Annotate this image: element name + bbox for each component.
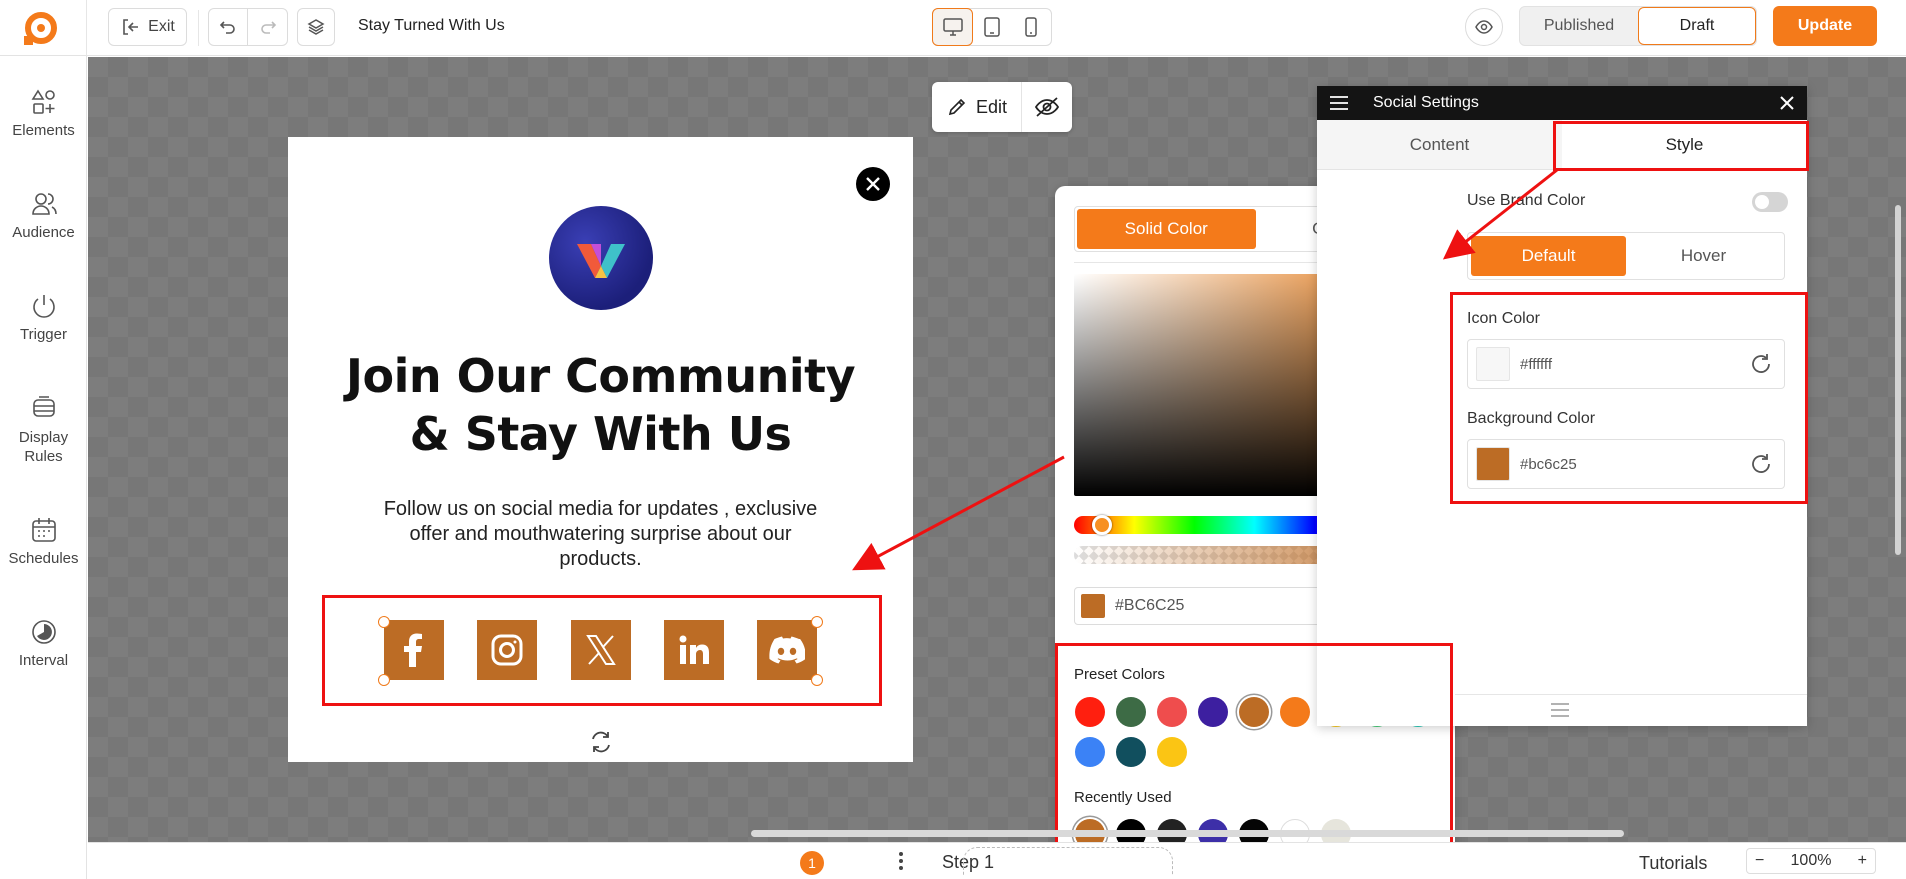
sidebar-item-label: Elements <box>12 122 75 139</box>
drag-handle-icon[interactable] <box>1550 703 1570 717</box>
exit-label: Exit <box>148 18 175 35</box>
draft-button[interactable]: Draft <box>1638 7 1756 45</box>
tab-default[interactable]: Default <box>1471 236 1626 276</box>
sidebar-item-audience[interactable]: Audience <box>0 190 87 241</box>
preview-button[interactable] <box>1465 8 1503 46</box>
document-title: Stay Turned With Us <box>358 17 505 34</box>
redo-icon <box>260 21 276 34</box>
color-state-tabs: Default Hover <box>1467 232 1785 280</box>
left-sidebar: Elements Audience Trigger Display Rules … <box>0 56 87 879</box>
annotation-social-row <box>322 595 882 706</box>
edit-button[interactable]: Edit <box>932 82 1023 132</box>
more-vertical-icon[interactable] <box>898 851 904 871</box>
hue-handle[interactable] <box>1092 515 1112 535</box>
sidebar-item-display-rules[interactable]: Display Rules <box>0 394 87 466</box>
horizontal-scrollbar[interactable] <box>751 830 1624 837</box>
popup-subtext[interactable]: Follow us on social media for updates , … <box>383 497 818 572</box>
edit-label: Edit <box>976 96 1008 117</box>
redo-button[interactable] <box>248 9 287 45</box>
desktop-view-button[interactable] <box>932 8 974 46</box>
use-brand-color-toggle[interactable] <box>1752 192 1788 212</box>
bottom-bar: Step 1 Tutorials − 100% + <box>88 842 1906 879</box>
brand-mark-icon <box>577 244 625 278</box>
audience-icon <box>31 193 57 215</box>
undo-redo-group <box>208 8 288 46</box>
headline-line-1: Join Our Community <box>345 349 856 403</box>
sidebar-item-trigger[interactable]: Trigger <box>0 292 87 343</box>
panel-footer-divider <box>1455 694 1807 695</box>
settings-panel-header: Social Settings <box>1317 86 1807 120</box>
close-icon <box>866 177 880 191</box>
pencil-icon <box>948 98 966 116</box>
publish-status-toggle: Published Draft <box>1519 6 1757 46</box>
vertical-scrollbar[interactable] <box>1895 205 1901 555</box>
calendar-icon <box>31 518 56 542</box>
published-button[interactable]: Published <box>1520 7 1638 45</box>
add-step-slot[interactable] <box>963 847 1173 875</box>
topbar-divider <box>198 10 199 46</box>
sidebar-item-label: Schedules <box>8 550 79 567</box>
update-button[interactable]: Update <box>1773 6 1877 46</box>
sidebar-item-label: Trigger <box>20 326 67 343</box>
layers-button[interactable] <box>297 8 335 46</box>
tab-hover[interactable]: Hover <box>1626 236 1781 276</box>
zoom-in-button[interactable]: + <box>1858 852 1867 870</box>
power-icon <box>32 295 55 318</box>
hide-element-button[interactable] <box>1022 96 1072 118</box>
sidebar-item-schedules[interactable]: Schedules <box>0 516 87 567</box>
mobile-icon <box>1025 17 1038 37</box>
headline-line-2: & Stay With Us <box>409 407 792 461</box>
zoom-out-button[interactable]: − <box>1755 852 1764 870</box>
sidebar-item-elements[interactable]: Elements <box>0 88 87 139</box>
app-logo[interactable] <box>20 8 62 48</box>
rotate-icon[interactable] <box>588 729 614 755</box>
tablet-icon <box>984 17 1000 37</box>
close-icon[interactable] <box>1779 95 1795 111</box>
display-rules-icon <box>32 396 55 417</box>
sidebar-item-label: Display Rules <box>18 429 69 465</box>
elements-icon <box>31 89 55 114</box>
undo-button[interactable] <box>209 9 249 45</box>
zoom-control: − 100% + <box>1746 848 1876 874</box>
device-switcher <box>932 8 1052 46</box>
zoom-level: 100% <box>1790 852 1832 869</box>
tab-solid-color[interactable]: Solid Color <box>1077 209 1256 249</box>
eye-icon <box>1475 20 1493 34</box>
use-brand-color-label: Use Brand Color <box>1467 192 1586 209</box>
popup-headline[interactable]: Join Our Community & Stay With Us <box>288 347 913 463</box>
exit-button[interactable]: Exit <box>108 8 187 46</box>
interval-icon <box>31 620 56 644</box>
layers-icon <box>307 19 325 35</box>
brand-logo <box>549 206 653 310</box>
step-number-badge: 1 <box>800 851 824 875</box>
canvas-edit-toolbar: Edit <box>932 82 1072 132</box>
desktop-icon <box>942 18 963 36</box>
settings-panel-title: Social Settings <box>1373 94 1479 111</box>
annotation-color-fields <box>1450 292 1808 504</box>
annotation-style-tab <box>1553 121 1809 171</box>
hex-swatch <box>1081 594 1105 618</box>
tab-content[interactable]: Content <box>1317 120 1562 169</box>
tablet-view-button[interactable] <box>972 9 1011 45</box>
sidebar-item-label: Interval <box>18 652 69 669</box>
undo-icon <box>219 21 235 34</box>
menu-icon[interactable] <box>1329 96 1349 110</box>
exit-icon <box>123 19 139 35</box>
eye-off-icon <box>1034 97 1060 117</box>
topbar-divider <box>86 0 87 56</box>
tutorials-link[interactable]: Tutorials <box>1639 853 1707 874</box>
sidebar-item-interval[interactable]: Interval <box>0 618 87 669</box>
sidebar-item-label: Audience <box>12 224 75 241</box>
top-bar: Exit Stay Turned With Us Published Draft… <box>0 0 1906 56</box>
popup-close-button[interactable] <box>856 167 890 201</box>
mobile-view-button[interactable] <box>1012 9 1051 45</box>
